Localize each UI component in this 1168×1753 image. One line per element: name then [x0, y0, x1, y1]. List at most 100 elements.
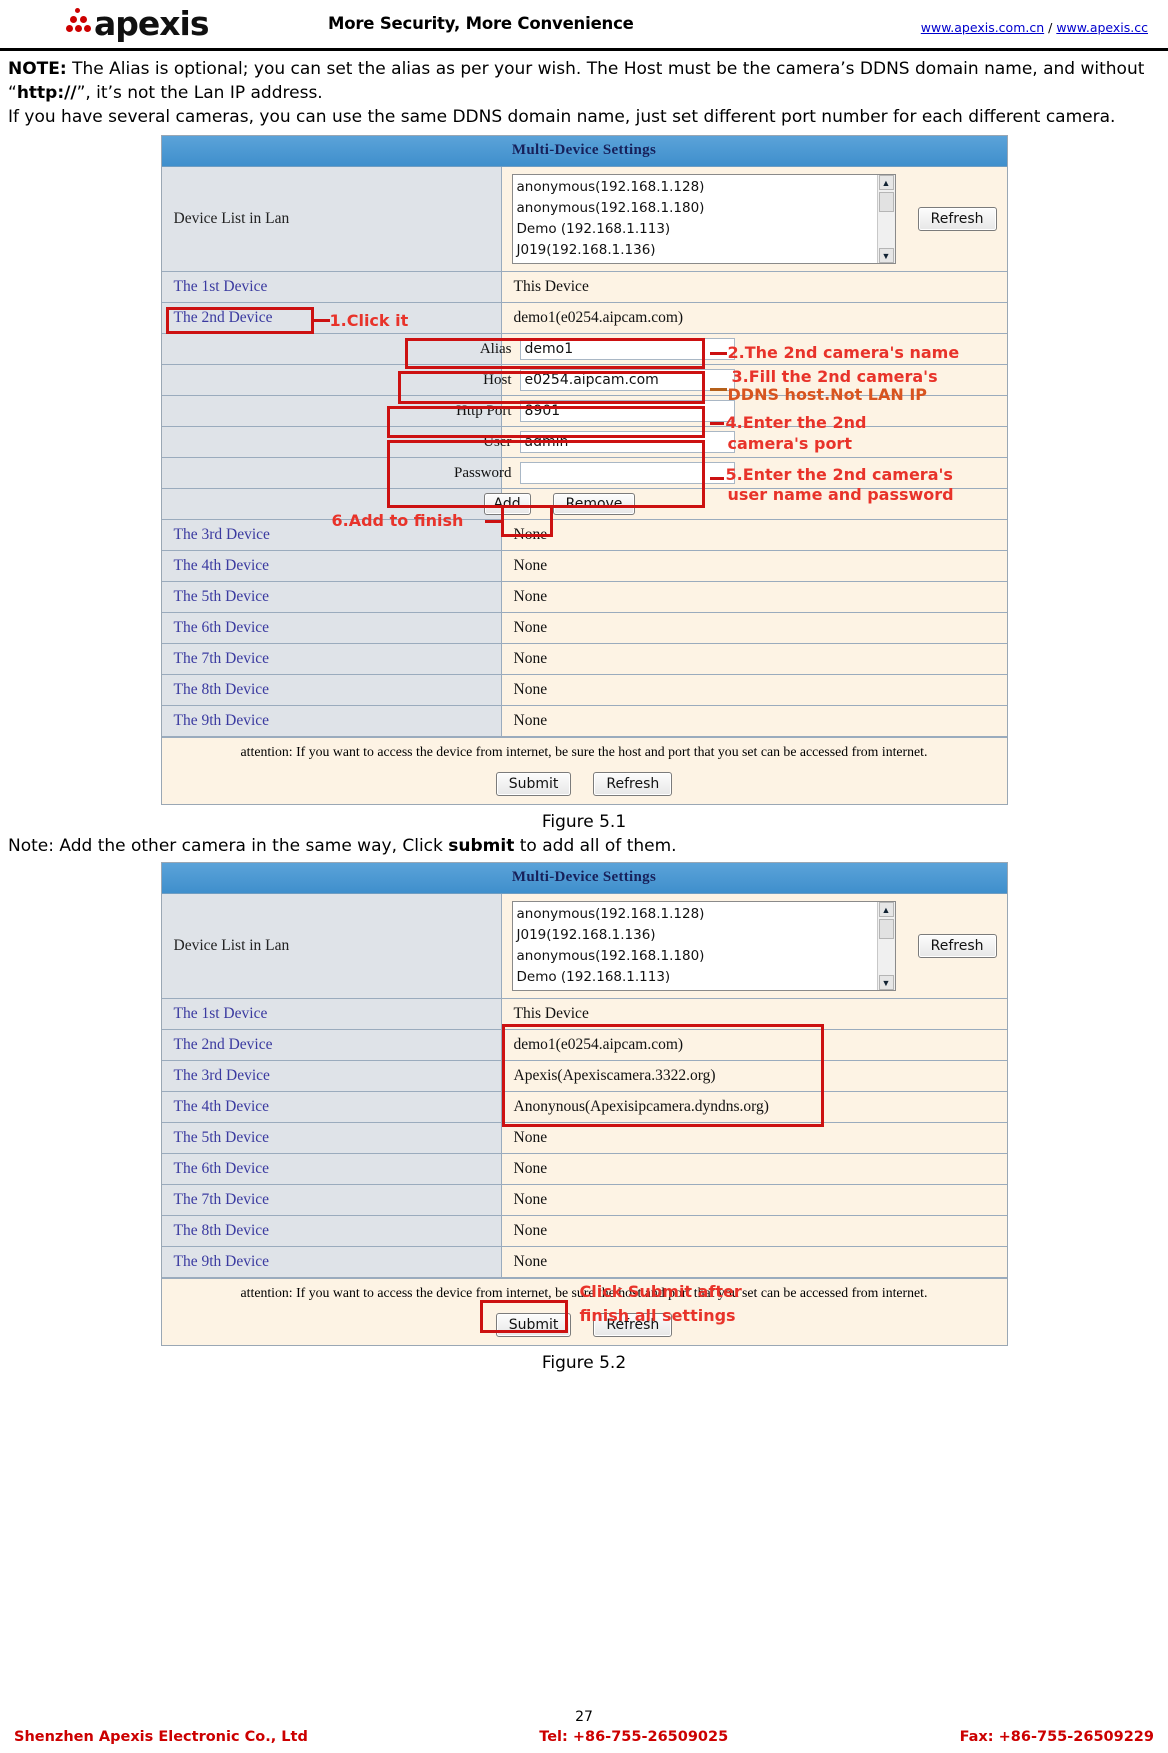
fig1-device-list-box[interactable]: anonymous(192.168.1.128) anonymous(192.1… — [511, 174, 896, 265]
fig1-label-device-4[interactable]: The 4th Device — [161, 551, 502, 582]
list-item[interactable]: J019(192.168.1.136) — [517, 240, 877, 261]
note-line1-c: ”, it’s not the Lan IP address. — [76, 83, 323, 104]
fig2-submit-button[interactable]: Submit — [495, 1312, 572, 1337]
fig2-device-list-box[interactable]: anonymous(192.168.1.128) J019(192.168.1.… — [511, 901, 896, 991]
scroll-down-icon[interactable]: ▼ — [878, 248, 894, 264]
fig1-value-device-1: This Device — [501, 272, 1007, 303]
fig2-list-scrollbar[interactable]: ▲ ▼ — [876, 902, 895, 990]
mid-note-submit: submit — [448, 836, 515, 856]
fig2-refresh-list-wrap: Refresh — [917, 934, 997, 958]
fig1-label-device-1[interactable]: The 1st Device — [161, 272, 502, 303]
link-separator: / — [1044, 20, 1057, 35]
fig1-user-input[interactable]: admin — [519, 431, 735, 454]
footer-bar: Shenzhen Apexis Electronic Co., Ltd Tel:… — [0, 1727, 1168, 1753]
scroll-down-icon[interactable]: ▼ — [878, 975, 894, 990]
fig2-label-device-8[interactable]: The 8th Device — [161, 1216, 502, 1246]
fig2-refresh-list-button[interactable]: Refresh — [917, 934, 997, 958]
list-item[interactable]: anonymous(192.168.1.180) — [517, 198, 877, 219]
fig2-label-device-7[interactable]: The 7th Device — [161, 1185, 502, 1215]
fig1-annotation-4-line1: 4.Enter the 2nd — [725, 413, 867, 433]
fig1-annotation-5-line2: user name and password — [727, 485, 954, 505]
fig1-leader-1 — [313, 319, 330, 323]
fig1-password-label: Password — [453, 464, 512, 481]
scrollbar-thumb[interactable] — [878, 192, 894, 213]
fig2-value-device-4: Anonynous(Apexisipcamera.dyndns.org) — [501, 1092, 1007, 1122]
fig1-annotation-4-line2: camera's port — [727, 434, 852, 454]
fig1-value-device-8: None — [501, 675, 1007, 706]
fig1-value-device-6: None — [501, 613, 1007, 644]
fig2-row-device-7: The 7th Device None — [161, 1185, 1007, 1216]
note-http-literal: http:// — [16, 83, 77, 104]
fig2-label-device-5[interactable]: The 5th Device — [161, 1123, 502, 1153]
figure-5-1-screenshot: Multi-Device Settings Device List in Lan… — [160, 135, 1008, 805]
fig1-row-device-1: The 1st Device This Device — [161, 272, 1007, 304]
fig1-label-device-5[interactable]: The 5th Device — [161, 582, 502, 613]
list-item[interactable]: J019(192.168.1.136) — [517, 925, 877, 946]
fig1-row-device-8: The 8th Device None — [161, 675, 1007, 707]
fig1-user-label: User — [483, 433, 512, 450]
note-label: NOTE: — [8, 59, 67, 79]
fig1-device-list-label: Device List in Lan — [161, 167, 502, 272]
fig1-device-list-cell: anonymous(192.168.1.128) anonymous(192.1… — [501, 167, 1007, 272]
scrollbar-thumb[interactable] — [878, 919, 894, 939]
fig1-row-user: User admin — [161, 427, 1007, 459]
fig1-httpport-input[interactable]: 8901 — [519, 400, 735, 423]
figure-5-1-caption: Figure 5.1 — [541, 812, 627, 832]
fig2-device-list-label: Device List in Lan — [161, 894, 502, 998]
fig2-annotation-line1: Click Submit after — [579, 1282, 742, 1301]
list-item[interactable]: Demo (192.168.1.113) — [517, 219, 877, 240]
list-item[interactable]: anonymous(192.168.1.180) — [517, 946, 877, 967]
list-item[interactable]: anonymous(192.168.1.128) — [517, 904, 877, 925]
fig2-value-device-9: None — [501, 1247, 1007, 1277]
fig1-value-device-3: None — [501, 520, 1007, 551]
list-item[interactable]: Demo (192.168.1.113) — [517, 967, 877, 988]
fig2-label-device-2[interactable]: The 2nd Device — [161, 1030, 502, 1060]
note-line2: If you have several cameras, you can use… — [8, 107, 1116, 128]
fig1-annotation-3-line2: DDNS host.Not LAN IP — [727, 385, 928, 405]
fig1-refresh-list-button[interactable]: Refresh — [917, 207, 997, 232]
fig1-device-list-row: Device List in Lan anonymous(192.168.1.1… — [161, 167, 1007, 273]
fig1-host-input[interactable]: e0254.aipcam.com — [519, 369, 735, 392]
mid-note-c: to add all of them. — [514, 836, 677, 856]
fig1-remove-button[interactable]: Remove — [552, 493, 636, 516]
fig1-label-device-7[interactable]: The 7th Device — [161, 644, 502, 675]
fig2-label-device-4[interactable]: The 4th Device — [161, 1092, 502, 1122]
fig1-label-device-9[interactable]: The 9th Device — [161, 706, 502, 737]
mid-note: Note: Add the other camera in the same w… — [8, 836, 1168, 856]
fig2-label-device-1[interactable]: The 1st Device — [161, 999, 502, 1029]
fig1-button-bar: Submit Refresh — [161, 766, 1007, 804]
fig2-value-device-1: This Device — [501, 999, 1007, 1029]
fig1-list-scrollbar[interactable]: ▲ ▼ — [876, 175, 895, 264]
fig1-refresh-button[interactable]: Refresh — [593, 772, 673, 796]
header-links: www.apexis.com.cn / www.apexis.cc — [921, 20, 1148, 35]
scroll-up-icon[interactable]: ▲ — [878, 175, 894, 191]
fig1-annotation-2: 2.The 2nd camera's name — [727, 343, 960, 363]
fig1-row-device-9: The 9th Device None — [161, 706, 1007, 738]
fig1-value-device-4: None — [501, 551, 1007, 582]
fig1-add-button[interactable]: Add — [483, 493, 531, 516]
fig2-device-list-items[interactable]: anonymous(192.168.1.128) J019(192.168.1.… — [513, 902, 877, 990]
fig1-password-input[interactable] — [519, 462, 735, 485]
fig1-alias-input[interactable]: demo1 — [519, 338, 735, 361]
fig1-row-device-6: The 6th Device None — [161, 613, 1007, 645]
fig1-submit-button[interactable]: Submit — [495, 772, 572, 796]
figure-5-2-caption: Figure 5.2 — [541, 1352, 627, 1373]
fig2-device-list-cell: anonymous(192.168.1.128) J019(192.168.1.… — [501, 894, 1007, 998]
scroll-up-icon[interactable]: ▲ — [878, 902, 894, 917]
link-apexis-cc[interactable]: www.apexis.cc — [1056, 20, 1148, 35]
fig1-value-device-5: None — [501, 582, 1007, 613]
fig1-annotation-1: 1.Click it — [329, 311, 409, 331]
list-item[interactable]: anonymous(192.168.1.128) — [517, 177, 877, 198]
fig1-label-device-6[interactable]: The 6th Device — [161, 613, 502, 644]
fig1-label-device-8[interactable]: The 8th Device — [161, 675, 502, 706]
page-number: 27 — [575, 1709, 593, 1725]
link-apexis-com-cn[interactable]: www.apexis.com.cn — [921, 20, 1044, 35]
fig2-label-device-9[interactable]: The 9th Device — [161, 1247, 502, 1277]
fig2-row-device-9: The 9th Device None — [161, 1247, 1007, 1278]
fig2-label-device-3[interactable]: The 3rd Device — [161, 1061, 502, 1091]
fig2-label-device-6[interactable]: The 6th Device — [161, 1154, 502, 1184]
fig1-value-device-7: None — [501, 644, 1007, 675]
fig1-device-list-items[interactable]: anonymous(192.168.1.128) anonymous(192.1… — [513, 175, 877, 263]
footer-company: Shenzhen Apexis Electronic Co., Ltd — [14, 1729, 308, 1745]
fig1-annotation-5-line1: 5.Enter the 2nd camera's — [725, 465, 953, 485]
